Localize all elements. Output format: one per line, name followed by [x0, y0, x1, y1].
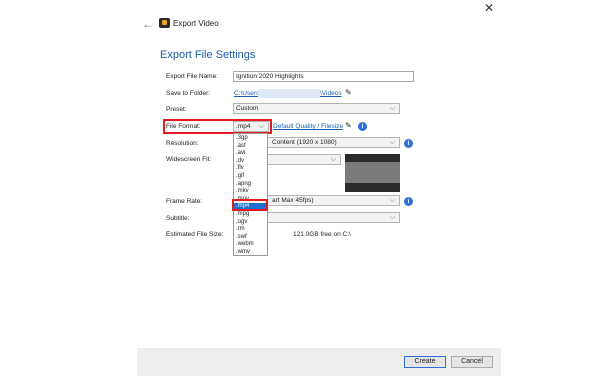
chevron-down-icon: ⌵ — [330, 156, 336, 163]
estimated-size-value: 121.0GB free on C:\ — [293, 231, 351, 238]
estimated-size-label: Estimated File Size: — [166, 231, 224, 238]
page-title: Export File Settings — [160, 49, 256, 61]
close-icon[interactable]: ✕ — [484, 1, 494, 15]
preset-label: Preset: — [166, 106, 187, 113]
file-name-input[interactable]: Ignition 2020 Highlights — [233, 71, 414, 82]
file-format-value: .mp4 — [236, 123, 251, 130]
chevron-down-icon: ⌵ — [389, 139, 395, 146]
preset-select[interactable]: Custom ⌵ — [233, 103, 400, 114]
format-option[interactable]: .flv — [234, 165, 267, 173]
resolution-value: Content (1920 x 1080) — [272, 139, 337, 146]
format-option[interactable]: .avi — [234, 150, 267, 158]
resolution-label: Resolution: — [166, 140, 199, 147]
format-option[interactable]: .mpg — [234, 211, 267, 219]
format-dropdown-list[interactable]: .3gp .asf .avi .dv .flv .gif .apng .mkv .mov .mp4… — [233, 133, 268, 256]
back-arrow-icon[interactable]: ← — [142, 17, 154, 31]
widescreen-label: Widescreen Fit: — [166, 156, 212, 163]
format-option[interactable]: .webm — [234, 241, 267, 249]
cancel-button[interactable]: Cancel — [451, 356, 493, 368]
format-option[interactable]: .gif — [234, 173, 267, 181]
format-option[interactable]: .ogv — [234, 219, 267, 227]
format-option[interactable]: .asf — [234, 143, 267, 151]
edit-quality-pencil-icon[interactable]: ✎ — [345, 121, 352, 130]
format-option[interactable]: .wmv — [234, 249, 267, 257]
subtitle-label: Subtitle: — [166, 215, 190, 222]
format-option[interactable]: .rm — [234, 226, 267, 234]
frame-rate-info-icon[interactable]: i — [404, 197, 413, 206]
file-format-select[interactable]: .mp4 ⌵ — [233, 121, 269, 132]
format-option[interactable]: .dv — [234, 158, 267, 166]
chevron-down-icon: ⌵ — [389, 105, 395, 112]
resolution-info-icon[interactable]: i — [404, 139, 413, 148]
chevron-down-icon: ⌵ — [389, 214, 395, 221]
redacted-username — [258, 89, 320, 98]
chevron-down-icon: ⌵ — [389, 197, 395, 204]
mp4-option-highlight — [232, 199, 268, 211]
quality-filesize-link[interactable]: Default Quality / Filesize — [273, 123, 343, 130]
dialog-footer — [137, 348, 501, 376]
chevron-down-icon: ⌵ — [258, 123, 264, 130]
format-option[interactable]: .swf — [234, 234, 267, 242]
window-title: Export Video — [173, 19, 219, 28]
frame-rate-value: art Max 45fps) — [272, 197, 314, 204]
widescreen-preview — [345, 154, 400, 192]
format-option[interactable]: .mkv — [234, 188, 267, 196]
file-name-label: Export File Name: — [166, 73, 219, 80]
file-format-label: File Format: — [166, 123, 201, 130]
preset-value: Custom — [236, 105, 259, 112]
folder-path-end[interactable]: \Videos — [320, 90, 342, 97]
format-info-icon[interactable]: i — [358, 122, 367, 131]
app-logo-icon — [159, 18, 170, 28]
frame-rate-label: Frame Rate: — [166, 198, 203, 205]
save-folder-label: Save to Folder: — [166, 90, 211, 97]
format-option[interactable]: .3gp — [234, 135, 267, 143]
create-button[interactable]: Create — [404, 356, 446, 368]
edit-folder-pencil-icon[interactable]: ✎ — [345, 88, 352, 97]
format-option[interactable]: .apng — [234, 181, 267, 189]
